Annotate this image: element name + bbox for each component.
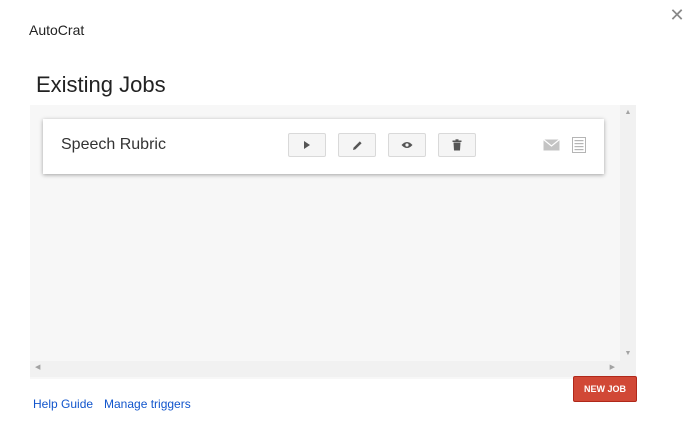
delete-job-button[interactable] xyxy=(438,133,476,157)
help-guide-link[interactable]: Help Guide xyxy=(33,397,93,411)
job-card: Speech Rubric xyxy=(43,119,604,174)
manage-triggers-link[interactable]: Manage triggers xyxy=(104,397,191,411)
edit-job-button[interactable] xyxy=(338,133,376,157)
scroll-left-arrow-icon[interactable]: ◀ xyxy=(35,363,40,371)
trash-icon xyxy=(452,139,462,151)
scroll-down-arrow-icon[interactable]: ▼ xyxy=(620,350,636,357)
preview-job-button[interactable] xyxy=(388,133,426,157)
envelope-icon[interactable] xyxy=(542,137,560,153)
scroll-up-arrow-icon[interactable]: ▲ xyxy=(620,109,636,116)
vertical-scrollbar[interactable]: ▲ ▼ xyxy=(620,105,636,361)
new-job-button[interactable]: NEW JOB xyxy=(573,376,637,402)
scroll-right-arrow-icon[interactable]: ▶ xyxy=(610,363,615,371)
document-icon[interactable] xyxy=(570,137,588,153)
run-job-button[interactable] xyxy=(288,133,326,157)
section-heading: Existing Jobs xyxy=(36,72,166,97)
dialog-title: AutoCrat xyxy=(29,22,85,38)
close-icon[interactable]: ✕ xyxy=(668,6,686,24)
eye-icon xyxy=(401,142,413,148)
job-name: Speech Rubric xyxy=(61,136,166,153)
play-icon xyxy=(304,141,310,149)
pencil-icon xyxy=(352,140,362,150)
scrollbar-corner xyxy=(620,361,636,377)
horizontal-scrollbar[interactable]: ◀ ▶ xyxy=(30,361,620,377)
